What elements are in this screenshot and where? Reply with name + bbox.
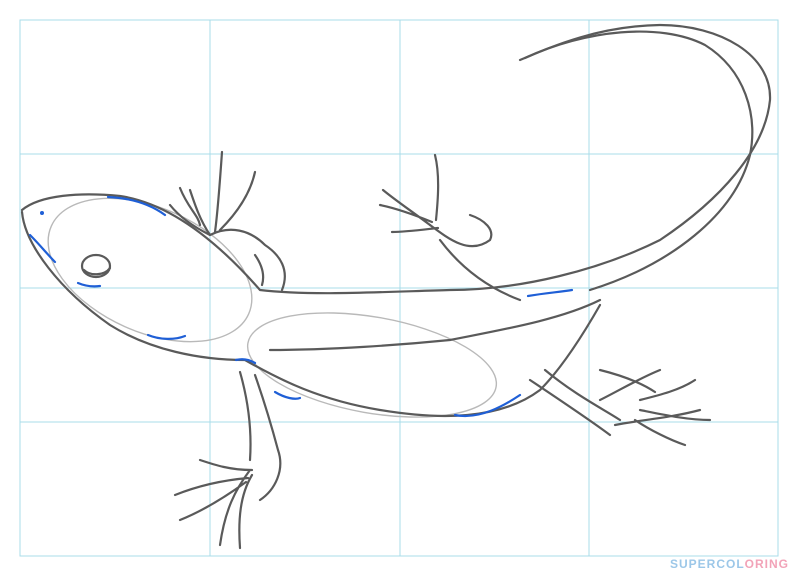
supercoloring-watermark: SUPERCOLORING	[670, 557, 789, 571]
watermark-part-2: ORING	[744, 557, 789, 571]
watermark-part-1: SUPERCOL	[669, 557, 745, 571]
lizard-drawing-canvas	[19, 19, 779, 557]
guide-grid	[19, 19, 779, 557]
construction-guides	[47, 197, 498, 418]
lizard-outline	[20, 23, 772, 550]
